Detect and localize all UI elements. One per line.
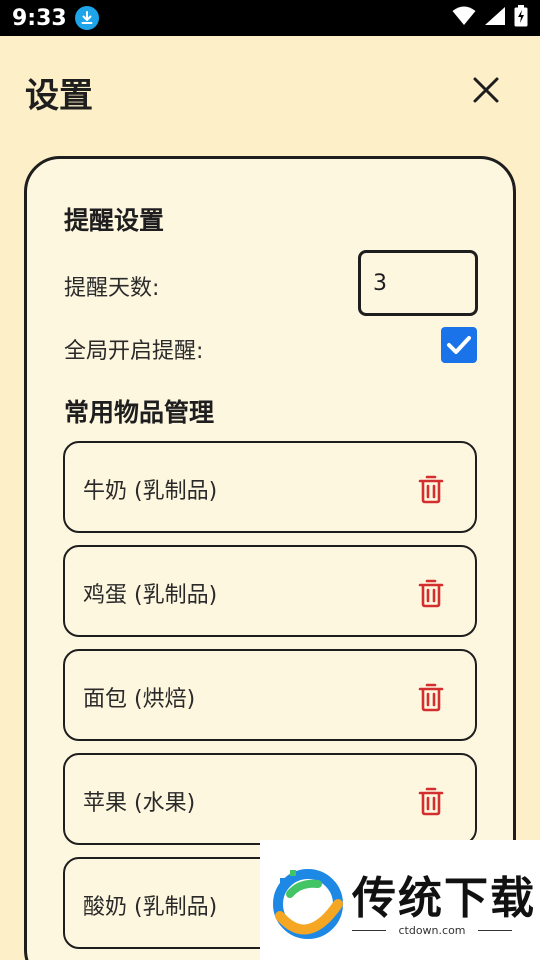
item-label: 酸奶 (乳制品) bbox=[83, 895, 218, 920]
trash-icon bbox=[418, 579, 444, 608]
reminder-days-input[interactable] bbox=[358, 250, 478, 316]
list-item: 牛奶 (乳制品) bbox=[63, 441, 477, 533]
wifi-icon bbox=[452, 6, 476, 30]
item-label: 面包 (烘焙) bbox=[83, 687, 196, 712]
close-button[interactable] bbox=[466, 70, 506, 110]
watermark: 传统下载 ctdown.com bbox=[260, 840, 540, 960]
delete-button[interactable] bbox=[411, 469, 451, 509]
status-left: 9:33 bbox=[12, 6, 99, 31]
list-item: 苹果 (水果) bbox=[63, 753, 477, 845]
reminder-days-label: 提醒天数: bbox=[64, 276, 160, 301]
delete-button[interactable] bbox=[411, 677, 451, 717]
check-icon bbox=[447, 336, 471, 354]
delete-button[interactable] bbox=[411, 781, 451, 821]
global-reminder-checkbox[interactable] bbox=[441, 327, 477, 363]
item-label: 苹果 (水果) bbox=[83, 791, 196, 816]
status-bar: 9:33 bbox=[0, 0, 540, 36]
list-item: 面包 (烘焙) bbox=[63, 649, 477, 741]
status-right bbox=[452, 5, 528, 31]
page-title: 设置 bbox=[25, 76, 93, 116]
battery-charging-icon bbox=[514, 5, 528, 31]
close-icon bbox=[473, 77, 499, 103]
item-label: 鸡蛋 (乳制品) bbox=[83, 583, 218, 608]
watermark-logo-icon bbox=[273, 869, 343, 939]
global-reminder-label: 全局开启提醒: bbox=[64, 339, 204, 364]
status-time: 9:33 bbox=[12, 5, 67, 31]
trash-icon bbox=[418, 475, 444, 504]
list-item: 鸡蛋 (乳制品) bbox=[63, 545, 477, 637]
delete-button[interactable] bbox=[411, 573, 451, 613]
watermark-line-right bbox=[478, 930, 512, 931]
trash-icon bbox=[418, 683, 444, 712]
signal-icon bbox=[484, 6, 506, 30]
watermark-text: 传统下载 bbox=[352, 873, 536, 924]
header: 设置 bbox=[0, 36, 540, 142]
item-label: 牛奶 (乳制品) bbox=[83, 479, 218, 504]
download-icon bbox=[74, 6, 99, 30]
trash-icon bbox=[418, 787, 444, 816]
reminder-settings-title: 提醒设置 bbox=[64, 206, 165, 235]
common-items-title: 常用物品管理 bbox=[64, 398, 215, 427]
